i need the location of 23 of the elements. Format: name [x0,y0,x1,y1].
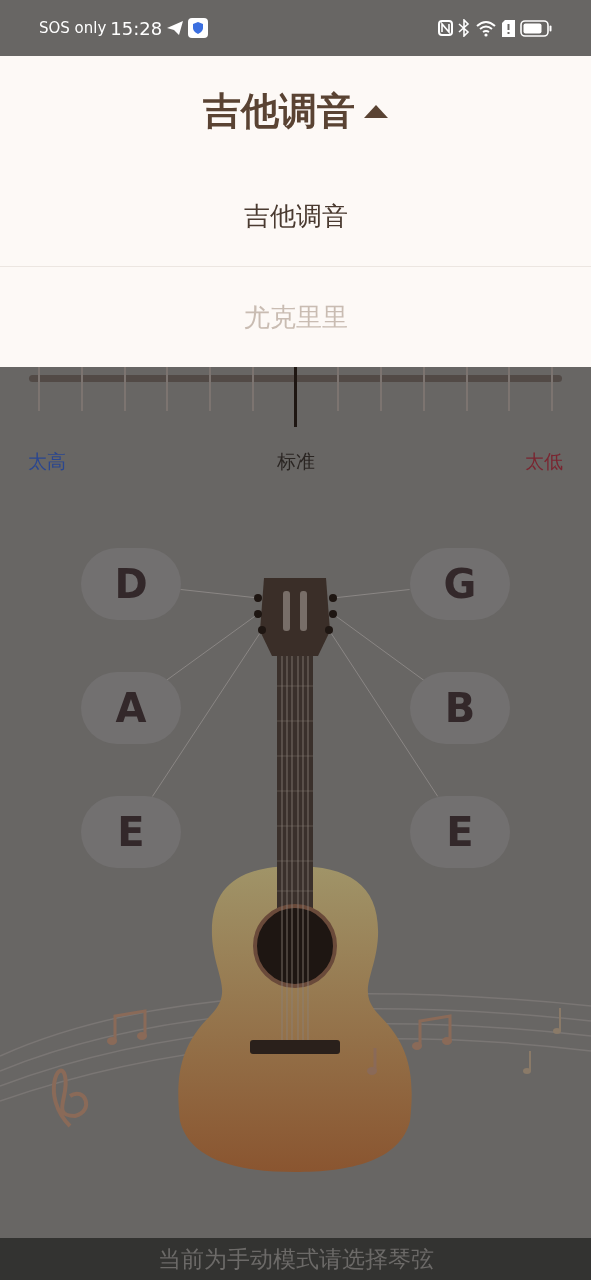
string-button[interactable]: E [410,795,510,868]
wifi-icon [475,19,497,37]
string-button[interactable]: A [81,671,181,744]
battery-icon [520,19,552,37]
hint-text: 当前为手动模式请选择琴弦 [157,1244,434,1274]
tuner-label: 太高 [28,449,66,474]
paper-plane-icon [166,20,185,36]
title-dropdown[interactable]: 吉他调音 [202,82,389,140]
string-button[interactable]: D [81,547,181,620]
menu-item[interactable]: 吉他调音 [0,166,591,266]
tuner-label: 标准 [276,449,315,474]
string-button[interactable]: E [81,795,181,868]
menu-item[interactable]: 尤克里里 [0,267,591,367]
caret-up-icon [362,103,389,119]
tuner-label: 太低 [525,449,563,474]
shield-icon [188,18,209,38]
clock: 15:28 [110,16,163,41]
bluetooth-icon [458,19,470,37]
string-button[interactable]: B [410,671,510,744]
string-button[interactable]: G [410,547,510,620]
carrier-text: SOS only [39,17,107,39]
nfc-icon [438,20,453,36]
sim-alert-icon [502,19,515,37]
